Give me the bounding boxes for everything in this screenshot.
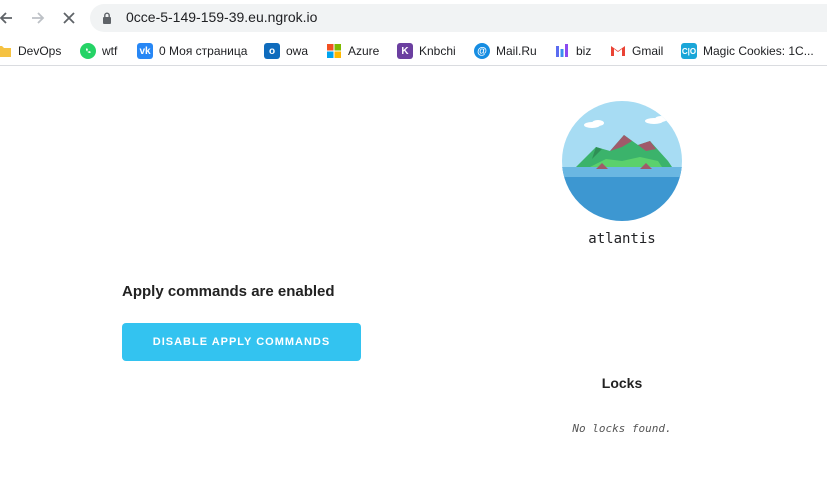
bookmark-label: wtf xyxy=(102,44,118,58)
bookmark-label: Mail.Ru xyxy=(496,44,537,58)
bookmark-label: Azure xyxy=(348,44,380,58)
close-icon xyxy=(63,12,75,24)
bookmark-knbchi[interactable]: K Knbchi xyxy=(397,41,456,61)
cio-icon: C|O xyxy=(681,43,697,59)
back-button[interactable] xyxy=(0,6,18,30)
bookmark-label: owa xyxy=(286,44,309,58)
lock-icon xyxy=(103,12,111,24)
browser-toolbar: 0cce-5-149-159-39.eu.ngrok.io xyxy=(0,0,827,36)
island-icon xyxy=(562,101,682,221)
bookmarks-bar: DevOps wtf vk 0 Моя страница o owa Azure… xyxy=(0,36,827,66)
outlook-icon: o xyxy=(264,43,280,59)
disable-apply-commands-button[interactable]: DISABLE APPLY COMMANDS xyxy=(122,323,361,361)
bookmark-label: Magic Cookies: 1C... xyxy=(703,44,814,58)
address-bar[interactable]: 0cce-5-149-159-39.eu.ngrok.io xyxy=(90,4,827,32)
kanbanchi-icon: K xyxy=(397,43,413,59)
whatsapp-icon xyxy=(80,43,96,59)
bookmark-biz[interactable]: biz xyxy=(554,41,591,61)
server-name: atlantis xyxy=(588,231,656,247)
forward-arrow-icon xyxy=(32,12,45,24)
bookmark-mailru[interactable]: @ Mail.Ru xyxy=(474,41,537,61)
bookmark-label: DevOps xyxy=(18,44,62,58)
page-content: atlantis Apply commands are enabled DISA… xyxy=(0,67,827,486)
bookmark-owa[interactable]: o owa xyxy=(264,41,308,61)
locks-heading: Locks xyxy=(601,375,643,391)
gmail-icon xyxy=(610,43,626,59)
bookmark-azure[interactable]: Azure xyxy=(326,41,379,61)
bookmark-label: Knbchi xyxy=(419,44,456,58)
bookmark-wtf[interactable]: wtf xyxy=(80,41,117,61)
bookmark-vk[interactable]: vk 0 Моя страница xyxy=(137,41,247,61)
vk-icon: vk xyxy=(137,43,153,59)
apply-status-heading: Apply commands are enabled xyxy=(122,283,335,300)
stop-loading-button[interactable] xyxy=(57,6,81,30)
mailru-icon: @ xyxy=(474,43,490,59)
bookmark-label: 0 Моя страница xyxy=(159,44,248,58)
analytics-icon xyxy=(554,43,570,59)
atlantis-logo xyxy=(562,101,682,221)
back-arrow-icon xyxy=(0,12,12,24)
bookmark-devops[interactable]: DevOps xyxy=(0,41,61,61)
no-locks-message: No locks found. xyxy=(572,422,672,435)
forward-button[interactable] xyxy=(26,6,50,30)
bookmark-magic-cookies[interactable]: C|O Magic Cookies: 1C... xyxy=(681,41,814,61)
windows-icon xyxy=(326,43,342,59)
folder-icon xyxy=(0,43,12,59)
bookmark-gmail[interactable]: Gmail xyxy=(610,41,663,61)
bookmark-label: Gmail xyxy=(632,44,664,58)
url-text: 0cce-5-149-159-39.eu.ngrok.io xyxy=(126,9,318,25)
bookmark-label: biz xyxy=(576,44,592,58)
